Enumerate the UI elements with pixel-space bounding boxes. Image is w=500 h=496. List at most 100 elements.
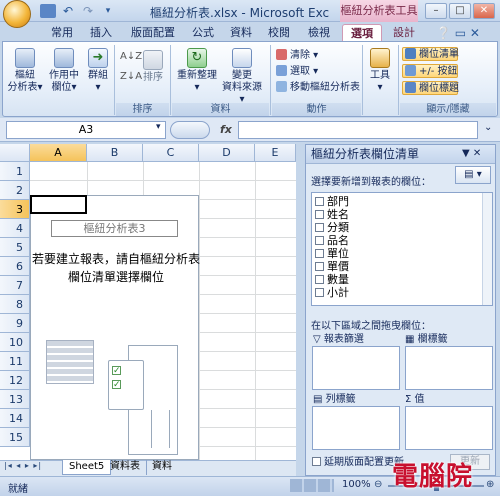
buttons-toggle[interactable]: +/- 按鈕: [402, 64, 458, 78]
field-item[interactable]: 品名: [315, 234, 349, 247]
select-all-corner[interactable]: [0, 144, 30, 162]
field-checkbox[interactable]: [315, 197, 324, 206]
field-list-icon: [405, 48, 416, 59]
tab-formulas[interactable]: 公式: [186, 24, 220, 42]
field-item[interactable]: 數量: [315, 273, 349, 286]
sort-desc-icon[interactable]: Z↓A: [120, 70, 142, 84]
row-header[interactable]: 7: [0, 276, 30, 295]
change-source-line2: 資料來源: [222, 82, 262, 93]
pane-menu-icon[interactable]: ▼ ✕: [462, 148, 481, 159]
sheet-nav-icons[interactable]: |◂ ◂ ▸ ▸|: [4, 461, 42, 470]
report-filter-area[interactable]: [312, 346, 400, 390]
field-label: 數量: [327, 273, 349, 286]
save-icon[interactable]: [40, 4, 56, 18]
field-checkbox[interactable]: [315, 249, 324, 258]
tab-page-layout[interactable]: 版面配置: [124, 24, 182, 42]
column-header[interactable]: B: [87, 144, 143, 162]
row-header[interactable]: 2: [0, 181, 30, 200]
tab-view[interactable]: 檢視: [302, 24, 336, 42]
checkbox[interactable]: [312, 457, 321, 466]
column-labels-area[interactable]: [405, 346, 493, 390]
close-button[interactable]: ✕: [473, 3, 495, 19]
pivot-message: 若要建立報表，請自樞紐分析表欄位清單選擇欄位: [32, 252, 201, 284]
formula-input[interactable]: [238, 121, 478, 139]
redo-icon[interactable]: ↷: [80, 4, 96, 18]
sheet-tab[interactable]: 資料表: [104, 460, 147, 475]
qat-customize-icon[interactable]: ▾: [100, 4, 116, 18]
headers-toggle[interactable]: 欄位標題: [402, 81, 459, 95]
field-checkbox[interactable]: [315, 262, 324, 271]
tools-button[interactable]: 工具 ▾: [366, 48, 394, 94]
view-buttons-icon[interactable]: [290, 479, 334, 492]
tab-review[interactable]: 校閱: [262, 24, 296, 42]
sort-asc-icon[interactable]: A↓Z: [120, 50, 142, 64]
tab-home[interactable]: 常用: [44, 24, 80, 42]
layout-options-button[interactable]: ▤ ▾: [455, 166, 491, 184]
field-item[interactable]: 單價: [315, 260, 349, 273]
field-checkbox[interactable]: [315, 236, 324, 245]
row-labels-area[interactable]: [312, 406, 400, 450]
field-checkbox[interactable]: [315, 288, 324, 297]
zoom-in-icon[interactable]: ⊕: [486, 479, 494, 490]
field-label: 分類: [327, 221, 349, 234]
pivot-table-button[interactable]: 樞紐 分析表▾: [6, 48, 44, 94]
column-header[interactable]: C: [143, 144, 199, 162]
select-button[interactable]: 選取 ▾: [276, 65, 318, 79]
row-header[interactable]: 1: [0, 162, 30, 181]
field-item[interactable]: 小計: [315, 286, 349, 299]
pivot-table-icon: [15, 48, 35, 68]
values-area[interactable]: [405, 406, 493, 450]
row-header[interactable]: 8: [0, 295, 30, 314]
column-header[interactable]: D: [199, 144, 255, 162]
formula-bar-handle[interactable]: [170, 121, 210, 139]
defer-update-checkbox[interactable]: 延期版面配置更新: [312, 456, 404, 469]
undo-icon[interactable]: ↶: [60, 4, 76, 18]
zoom-out-icon[interactable]: ⊖: [374, 479, 382, 490]
row-header[interactable]: 5: [0, 238, 30, 257]
minimize-button[interactable]: –: [425, 3, 447, 19]
tab-data[interactable]: 資料: [224, 24, 258, 42]
row-header[interactable]: 12: [0, 371, 30, 390]
row-header[interactable]: 10: [0, 333, 30, 352]
row-header[interactable]: 4: [0, 219, 30, 238]
name-box[interactable]: A3: [6, 121, 166, 139]
field-checkbox[interactable]: [315, 210, 324, 219]
zoom-level[interactable]: 100%: [342, 479, 371, 490]
clear-button[interactable]: 清除 ▾: [276, 49, 318, 63]
refresh-button[interactable]: ↻ 重新整理 ▾: [176, 48, 218, 94]
insert-function-button[interactable]: fx: [220, 123, 232, 136]
tab-options[interactable]: 選項: [342, 24, 382, 42]
change-source-button[interactable]: 變更 資料來源▾: [220, 48, 264, 106]
group-button[interactable]: ➜ 群組 ▾: [84, 48, 112, 94]
tab-insert[interactable]: 插入: [84, 24, 118, 42]
column-header[interactable]: A: [30, 144, 87, 162]
office-button[interactable]: [3, 0, 31, 28]
field-item[interactable]: 單位: [315, 247, 349, 260]
field-item[interactable]: 分類: [315, 221, 349, 234]
field-checkbox[interactable]: [315, 275, 324, 284]
help-icon[interactable]: ❔ ▭ ✕: [436, 26, 486, 40]
active-field-button[interactable]: 作用中 欄位▾: [46, 48, 82, 94]
field-item[interactable]: 姓名: [315, 208, 349, 221]
tab-design[interactable]: 設計: [386, 24, 422, 42]
field-label: 單位: [327, 247, 349, 260]
maximize-button[interactable]: □: [449, 3, 471, 19]
field-item[interactable]: 部門: [315, 195, 349, 208]
sort-button[interactable]: 排序: [140, 50, 166, 84]
name-box-dropdown-icon[interactable]: ▾: [156, 122, 161, 132]
row-header[interactable]: 13: [0, 390, 30, 409]
column-header[interactable]: E: [255, 144, 296, 162]
row-header[interactable]: 6: [0, 257, 30, 276]
row-header[interactable]: 3: [0, 200, 30, 219]
row-header[interactable]: 11: [0, 352, 30, 371]
row-header[interactable]: 15: [0, 428, 30, 447]
move-pivot-button[interactable]: 移動樞紐分析表: [276, 81, 360, 95]
row-header[interactable]: 14: [0, 409, 30, 428]
selected-cell[interactable]: [30, 195, 87, 214]
field-checkbox[interactable]: [315, 223, 324, 232]
sheet-tab[interactable]: 資料: [146, 460, 178, 475]
row-header[interactable]: 9: [0, 314, 30, 333]
expand-formula-icon[interactable]: ⌄: [484, 122, 492, 133]
field-list-scrollbar[interactable]: [482, 193, 492, 305]
field-list-toggle[interactable]: 欄位清單: [402, 47, 459, 61]
